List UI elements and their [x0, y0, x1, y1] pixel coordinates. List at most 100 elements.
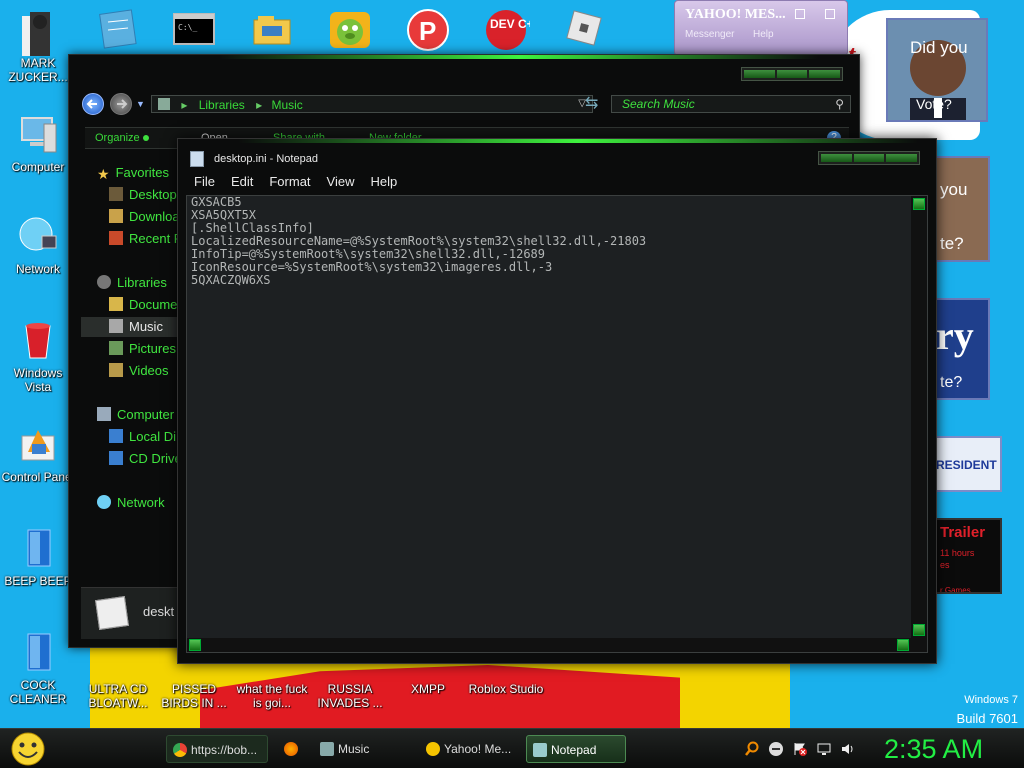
desktop-icon-network[interactable]: Network — [0, 214, 76, 276]
desktop-icon-mark-zucker[interactable]: MARK ZUCKER... — [0, 8, 76, 84]
computer-small-icon — [97, 407, 111, 421]
ad-obama-vote-2[interactable]: you te? — [934, 156, 990, 262]
nav-cd-drive[interactable]: CD Drive — [109, 449, 182, 469]
desktop-icon-cock-cleaner[interactable]: COCK CLEANER — [0, 630, 76, 706]
explorer-close-button[interactable] — [809, 70, 841, 78]
nav-local-disk[interactable]: Local Di — [109, 427, 176, 447]
refresh-icon[interactable]: ⇆ — [585, 93, 598, 113]
yahoo-menu-help[interactable]: Help — [753, 29, 774, 40]
nav-libraries[interactable]: Libraries — [97, 273, 167, 293]
clock[interactable]: 2:35 AM — [884, 733, 983, 765]
recent-pages-dropdown[interactable]: ▼ — [136, 99, 145, 109]
notepad-text-content[interactable]: GXSACB5 XSA5QXT5X [.ShellClassInfo] Loca… — [191, 196, 913, 638]
taskbar-item-firefox[interactable] — [278, 735, 308, 763]
taskbar-item-music[interactable]: Music — [314, 735, 414, 763]
ad-obama-vote[interactable]: Did you Vote? — [886, 18, 988, 122]
folder-icon[interactable] — [248, 8, 296, 52]
desktop-icon-roblox-studio[interactable]: Roblox Studio — [468, 682, 544, 696]
notes-icon[interactable] — [94, 8, 142, 52]
address-crumb-music[interactable]: Music — [271, 98, 302, 112]
devcpp-icon[interactable]: DEV C++ — [482, 8, 541, 52]
notepad-minimize-button[interactable] — [821, 154, 852, 162]
desktop-icon-pissed-birds[interactable]: PISSED BIRDS IN ... — [156, 682, 232, 710]
desktop-icon-control-panel[interactable]: Control Panel — [0, 422, 76, 484]
organize-button[interactable]: Organize — [95, 128, 140, 148]
explorer-minimize-button[interactable] — [744, 70, 775, 78]
network-small-icon — [97, 495, 111, 509]
nav-documents[interactable]: Docume — [109, 295, 177, 315]
nav-network[interactable]: Network — [97, 493, 165, 513]
minus-tray-icon[interactable] — [768, 741, 784, 757]
ad-president[interactable]: RESIDENT — [934, 436, 1002, 492]
taskbar: https://bob... Music Yahoo! Me... Notepa… — [0, 728, 1024, 768]
nav-downloads[interactable]: Downloa — [109, 207, 180, 227]
explorer-icon — [320, 742, 334, 756]
person-icon — [16, 8, 60, 56]
desktop-icon-ultra-cd[interactable]: ULTRA CD BLOATW... — [80, 682, 156, 710]
address-bar[interactable]: ▸ Libraries ▸ Music ▽ — [151, 95, 593, 113]
desktop-icon-computer[interactable]: Computer — [0, 112, 76, 174]
menu-format[interactable]: Format — [261, 173, 318, 191]
devcpp-label: DEV C++ — [490, 17, 530, 31]
nav-pictures[interactable]: Pictures — [109, 339, 176, 359]
network-tray-icon[interactable] — [816, 741, 832, 757]
scroll-right-button[interactable] — [897, 639, 909, 651]
nav-recent-places[interactable]: Recent P — [109, 229, 182, 249]
cmd-icon[interactable]: C:\_ — [170, 8, 218, 52]
notepad-caption-buttons[interactable] — [818, 151, 920, 165]
notepad-app-icon — [190, 151, 204, 167]
desktop-icon-what-the[interactable]: what the fuck is goi... — [234, 682, 310, 710]
action-center-flag-icon[interactable] — [792, 741, 808, 757]
menu-file[interactable]: File — [186, 173, 223, 191]
horizontal-scrollbar[interactable] — [187, 638, 927, 652]
menu-help[interactable]: Help — [362, 173, 405, 191]
file-thumbnail-icon — [95, 596, 129, 630]
pictures-icon — [109, 341, 123, 355]
ad-trailer[interactable]: Trailer 11 hours es r Games — [934, 518, 1002, 594]
pig-icon[interactable] — [326, 8, 374, 52]
nav-desktop[interactable]: Desktop — [109, 185, 177, 205]
search-tray-icon[interactable] — [744, 741, 760, 757]
ad-obama2-line2: te? — [940, 234, 964, 253]
ad-kerry[interactable]: ry te? — [934, 298, 990, 400]
music-icon — [109, 319, 123, 333]
menu-view[interactable]: View — [319, 173, 363, 191]
search-icon[interactable]: ⚲ — [835, 96, 844, 112]
nav-videos[interactable]: Videos — [109, 361, 169, 381]
yahoo-messenger-window[interactable]: YAHOO! MES... Messenger Help — [674, 0, 848, 56]
desktop-icon-xmpp[interactable]: XMPP — [390, 682, 466, 696]
scroll-up-button[interactable] — [913, 198, 925, 210]
taskbar-item-chrome[interactable]: https://bob... — [166, 735, 268, 763]
taskbar-item-yahoo[interactable]: Yahoo! Me... — [420, 735, 520, 763]
nav-music[interactable]: Music — [81, 317, 185, 337]
desktop-icon-windows-vista[interactable]: Windows Vista — [0, 318, 76, 394]
nav-computer[interactable]: Computer — [97, 405, 174, 425]
yahoo-close-button[interactable] — [825, 9, 835, 19]
notepad-close-button[interactable] — [886, 154, 918, 162]
back-button[interactable] — [82, 93, 104, 115]
search-input[interactable]: Search Music ⚲ — [611, 95, 851, 113]
svg-text:P: P — [419, 16, 436, 46]
address-crumb-libraries[interactable]: Libraries — [199, 98, 245, 112]
nav-favorites[interactable]: ★ Favorites — [97, 163, 169, 183]
scroll-down-button[interactable] — [913, 624, 925, 636]
p-logo-icon[interactable]: P — [404, 8, 452, 52]
scroll-left-button[interactable] — [189, 639, 201, 651]
desktop-icon-russia-invades[interactable]: RUSSIA INVADES ... — [312, 682, 388, 710]
desktop[interactable]: t C:\_ P DEV C++ MARK ZUCKER... Computer… — [0, 0, 1024, 728]
roblox-icon[interactable] — [560, 8, 608, 52]
menu-edit[interactable]: Edit — [223, 173, 261, 191]
notepad-maximize-button[interactable] — [853, 154, 885, 162]
start-button[interactable] — [8, 731, 48, 767]
taskbar-item-notepad[interactable]: Notepad — [526, 735, 626, 763]
volume-tray-icon[interactable] — [840, 741, 856, 757]
notepad-editor[interactable]: GXSACB5 XSA5QXT5X [.ShellClassInfo] Loca… — [186, 195, 928, 653]
notepad-window[interactable]: desktop.ini - Notepad File Edit Format V… — [177, 138, 937, 664]
yahoo-menu-messenger[interactable]: Messenger — [685, 29, 734, 40]
explorer-caption-buttons[interactable] — [741, 67, 843, 81]
yahoo-min-button[interactable] — [795, 9, 805, 19]
desktop-icon-beep-beep[interactable]: BEEP BEEP — [0, 526, 76, 588]
vertical-scrollbar[interactable] — [911, 196, 927, 638]
forward-button[interactable] — [110, 93, 132, 115]
explorer-maximize-button[interactable] — [776, 70, 808, 78]
